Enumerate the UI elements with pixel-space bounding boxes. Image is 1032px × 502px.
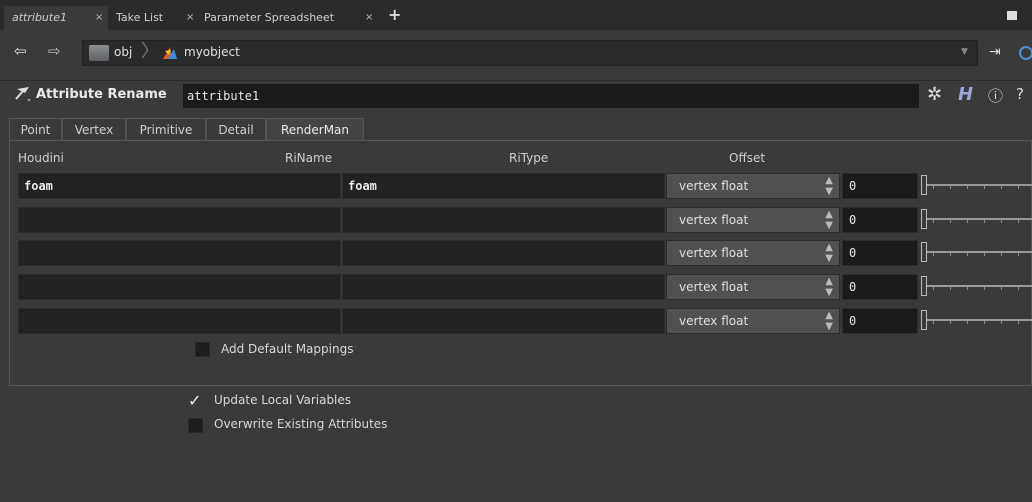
add-default-mappings-checkbox[interactable]: [195, 342, 210, 357]
info-icon[interactable]: ⓘ: [988, 85, 1003, 106]
slider-handle[interactable]: [921, 209, 927, 229]
subtab-label: RenderMan: [280, 123, 350, 137]
chevron-updown-icon: ▲ ▼: [825, 310, 833, 332]
update-local-variables-label: Update Local Variables: [214, 393, 352, 407]
houdini-attribute-field[interactable]: [18, 207, 341, 233]
ritype-value: vertex float: [679, 213, 749, 227]
help-question-icon[interactable]: ?: [1016, 85, 1024, 103]
slider-handle[interactable]: [921, 310, 927, 330]
close-tab-icon[interactable]: ×: [95, 6, 103, 30]
offset-field[interactable]: 0: [842, 173, 918, 199]
ritype-menu[interactable]: vertex float ▲ ▼: [666, 308, 840, 334]
offset-slider[interactable]: [921, 240, 1032, 266]
pin-icon[interactable]: ⇥: [989, 44, 1001, 60]
houdini-attribute-field[interactable]: [18, 308, 341, 334]
tab-label: Parameter Spreadsheet: [204, 11, 335, 24]
forward-arrow-icon[interactable]: ⇨: [48, 42, 61, 60]
column-header-ritype: RiType: [509, 151, 549, 165]
tab-renderman[interactable]: RenderMan: [266, 118, 364, 140]
subtab-label: Point: [20, 123, 51, 137]
houdini-attribute-field[interactable]: [18, 274, 341, 300]
tab-label: attribute1: [12, 11, 67, 24]
subtab-label: Vertex: [74, 123, 114, 137]
offset-field[interactable]: 0: [842, 308, 918, 334]
tab-take-list[interactable]: Take List: [108, 6, 192, 30]
riname-field[interactable]: [342, 308, 665, 334]
pane-menu-icon[interactable]: [1007, 11, 1017, 20]
riname-field[interactable]: [342, 207, 665, 233]
back-arrow-icon[interactable]: ⇦: [14, 42, 27, 60]
offset-field[interactable]: 0: [842, 207, 918, 233]
slider-handle[interactable]: [921, 175, 927, 195]
update-local-variables-checkbox[interactable]: ✓: [188, 391, 203, 410]
tab-primitive[interactable]: Primitive: [126, 118, 206, 140]
link-icon[interactable]: [1019, 46, 1032, 60]
offset-field[interactable]: 0: [842, 274, 918, 300]
offset-slider[interactable]: [921, 308, 1032, 334]
overwrite-existing-attributes-checkbox[interactable]: [188, 418, 203, 433]
close-tab-icon[interactable]: ×: [365, 6, 373, 30]
gear-icon[interactable]: ✲: [927, 84, 942, 105]
tab-point[interactable]: Point: [9, 118, 62, 140]
close-tab-icon[interactable]: ×: [186, 6, 194, 30]
subtab-label: Primitive: [139, 123, 193, 137]
tab-vertex[interactable]: Vertex: [62, 118, 126, 140]
offset-slider[interactable]: [921, 274, 1032, 300]
breadcrumb-myobject[interactable]: myobject: [184, 45, 240, 59]
breadcrumb-obj[interactable]: obj: [114, 45, 132, 59]
ritype-menu[interactable]: vertex float ▲ ▼: [666, 207, 840, 233]
breadcrumb-separator-icon: 〉: [141, 41, 159, 62]
geometry-object-icon: [162, 45, 178, 61]
riname-field[interactable]: [342, 240, 665, 266]
chevron-updown-icon: ▲ ▼: [825, 242, 833, 264]
slider-ticks: [933, 321, 1032, 324]
slider-ticks: [933, 287, 1032, 290]
subtab-label: Detail: [218, 123, 254, 137]
check-icon: ✓: [188, 391, 202, 410]
add-default-mappings-label: Add Default Mappings: [221, 342, 354, 356]
path-dropdown-icon[interactable]: ▼: [961, 47, 968, 57]
node-type-label: Attribute Rename: [36, 87, 167, 102]
chevron-updown-icon: ▲ ▼: [825, 209, 833, 231]
column-header-riname: RiName: [285, 151, 333, 165]
ritype-value: vertex float: [679, 280, 749, 294]
offset-field[interactable]: 0: [842, 240, 918, 266]
chevron-updown-icon: ▲ ▼: [825, 175, 833, 197]
tab-detail[interactable]: Detail: [206, 118, 266, 140]
path-breadcrumb: obj 〉 myobject ▼: [82, 40, 978, 66]
obj-network-icon: [89, 45, 109, 61]
ritype-menu[interactable]: vertex float ▲ ▼: [666, 274, 840, 300]
ritype-menu[interactable]: vertex float ▲ ▼: [666, 173, 840, 199]
column-header-offset: Offset: [729, 151, 766, 165]
slider-ticks: [933, 253, 1032, 256]
attribute-rename-node-icon: [13, 85, 31, 103]
slider-ticks: [933, 186, 1032, 189]
tab-parameter-spreadsheet[interactable]: Parameter Spreadsheet: [196, 6, 376, 30]
riname-field[interactable]: [342, 274, 665, 300]
tab-label: Take List: [116, 11, 164, 24]
ritype-value: vertex float: [679, 246, 749, 260]
ritype-value: vertex float: [679, 179, 749, 193]
slider-ticks: [933, 220, 1032, 223]
add-tab-icon[interactable]: +: [388, 5, 401, 24]
houdini-attribute-field[interactable]: foam: [18, 173, 341, 199]
chevron-updown-icon: ▲ ▼: [825, 276, 833, 298]
slider-handle[interactable]: [921, 242, 927, 262]
column-header-houdini: Houdini: [18, 151, 64, 165]
houdini-help-icon[interactable]: H: [958, 84, 973, 105]
offset-slider[interactable]: [921, 173, 1032, 199]
slider-handle[interactable]: [921, 276, 927, 296]
houdini-attribute-field[interactable]: [18, 240, 341, 266]
ritype-value: vertex float: [679, 314, 749, 328]
overwrite-existing-attributes-label: Overwrite Existing Attributes: [214, 417, 388, 431]
pane-tab-bar: attribute1 × Take List × Parameter Sprea…: [0, 0, 1032, 30]
tab-attribute1[interactable]: attribute1: [4, 6, 108, 30]
riname-field[interactable]: foam: [342, 173, 665, 199]
ritype-menu[interactable]: vertex float ▲ ▼: [666, 240, 840, 266]
offset-slider[interactable]: [921, 207, 1032, 233]
node-name-field[interactable]: attribute1: [183, 84, 919, 108]
